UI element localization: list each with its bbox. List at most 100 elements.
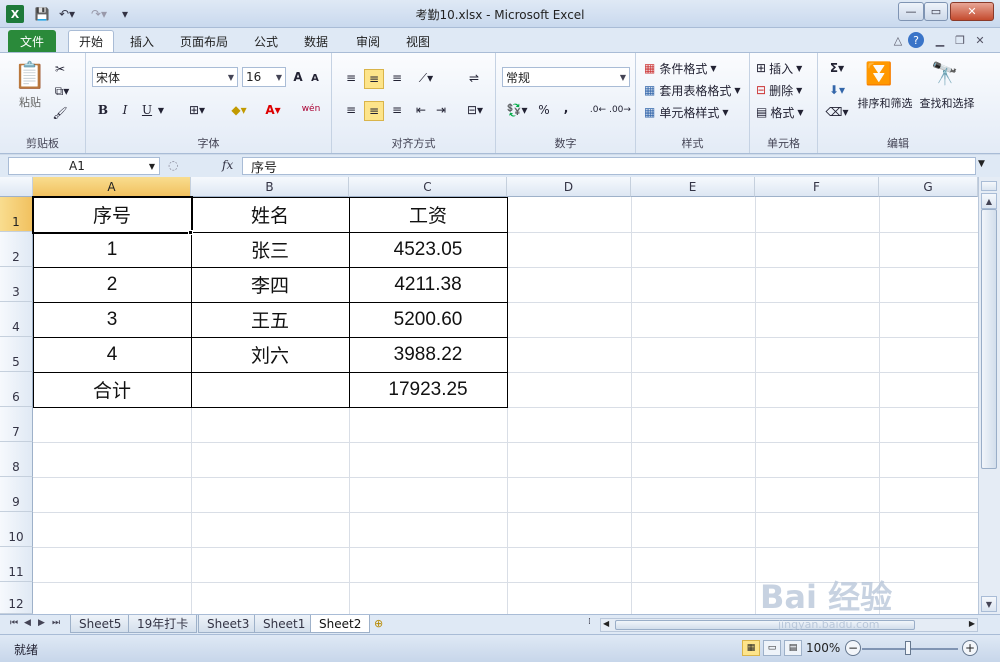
fill-handle[interactable] xyxy=(188,230,193,235)
cell-a1[interactable]: 序号 xyxy=(33,197,192,233)
zoom-slider-thumb[interactable] xyxy=(905,641,911,655)
sheet-tab-sheet5[interactable]: Sheet5 xyxy=(70,615,131,633)
doc-close-icon[interactable]: ✕ xyxy=(972,32,988,48)
wrap-text-icon[interactable]: ⇌ xyxy=(464,69,484,87)
prev-sheet-icon[interactable]: ◀ xyxy=(24,618,31,628)
row-header-10[interactable]: 10 xyxy=(0,512,33,547)
increase-decimal-icon[interactable]: .0← xyxy=(588,101,608,119)
format-as-table-button[interactable]: ▦ 套用表格格式 ▼ xyxy=(644,81,748,99)
number-format-combo[interactable]: 常规 ▼ xyxy=(502,67,630,87)
cell-b3[interactable]: 李四 xyxy=(191,267,350,303)
cut-icon[interactable]: ✂ xyxy=(50,61,70,77)
sort-filter-icon[interactable]: ⏬ xyxy=(864,59,894,89)
page-break-view-icon[interactable]: ▤ xyxy=(784,640,802,656)
tab-home[interactable]: 开始 xyxy=(68,30,115,52)
row-header-5[interactable]: 5 xyxy=(0,337,33,372)
row-header-6[interactable]: 6 xyxy=(0,372,33,407)
tab-review[interactable]: 审阅 xyxy=(346,30,390,52)
paste-icon[interactable]: 📋 xyxy=(12,59,48,93)
phonetic-guide-icon[interactable]: wén xyxy=(296,99,326,119)
close-button[interactable]: ✕ xyxy=(950,2,994,21)
merge-center-icon[interactable]: ⊟▾ xyxy=(462,101,488,119)
cell-a6[interactable]: 合计 xyxy=(33,372,192,408)
align-right-icon[interactable]: ≡ xyxy=(388,101,406,119)
normal-view-icon[interactable]: ▦ xyxy=(742,640,760,656)
font-size-combo[interactable]: 16 ▼ xyxy=(242,67,286,87)
insert-function-button[interactable]: fx xyxy=(222,158,233,172)
scroll-down-button[interactable]: ▼ xyxy=(981,596,997,612)
autosum-button[interactable]: Σ ▼ xyxy=(824,59,850,77)
find-select-icon[interactable]: 🔭 xyxy=(930,59,960,89)
minimize-ribbon-icon[interactable]: △ xyxy=(890,32,906,48)
column-header-c[interactable]: C xyxy=(349,177,507,197)
insert-cells-button[interactable]: ⊞ 插入 ▼ xyxy=(756,59,816,77)
worksheet-grid[interactable]: A B C D E F G 1 2 3 4 5 6 7 8 9 10 11 12… xyxy=(0,177,978,614)
tab-insert[interactable]: 插入 xyxy=(120,30,164,52)
tab-file[interactable]: 文件 xyxy=(8,30,57,52)
sheet-tab-sheet1[interactable]: Sheet1 xyxy=(254,615,315,633)
paste-label[interactable]: 粘贴 xyxy=(10,95,50,109)
zoom-in-icon[interactable]: + xyxy=(962,640,978,656)
column-header-g[interactable]: G xyxy=(879,177,978,197)
last-sheet-icon[interactable]: ⏭ xyxy=(52,618,60,628)
copy-icon[interactable]: ⧉▾ xyxy=(50,83,74,99)
row-header-8[interactable]: 8 xyxy=(0,442,33,477)
comma-button[interactable]: , xyxy=(558,99,574,117)
format-painter-icon[interactable]: 🖌 xyxy=(50,105,70,121)
accounting-format-icon[interactable]: 💱▾ xyxy=(504,101,530,119)
zoom-out-icon[interactable]: − xyxy=(845,640,861,656)
tab-view[interactable]: 视图 xyxy=(396,30,440,52)
first-sheet-icon[interactable]: ⏮ xyxy=(10,618,18,628)
row-header-9[interactable]: 9 xyxy=(0,477,33,512)
tab-page-layout[interactable]: 页面布局 xyxy=(170,30,238,52)
cell-b6[interactable] xyxy=(191,372,350,408)
cell-b2[interactable]: 张三 xyxy=(191,232,350,268)
formula-input[interactable]: 序号 xyxy=(242,157,976,176)
find-select-button[interactable]: 查找和选择 xyxy=(916,95,978,111)
row-header-1[interactable]: 1 xyxy=(0,197,33,232)
cell-a4[interactable]: 3 xyxy=(33,302,192,338)
tab-data[interactable]: 数据 xyxy=(294,30,338,52)
sheet-tab-sheet2[interactable]: Sheet2 xyxy=(310,615,371,633)
cell-a5[interactable]: 4 xyxy=(33,337,192,373)
fill-icon[interactable]: ⬇▾ xyxy=(824,81,850,99)
row-header-2[interactable]: 2 xyxy=(0,232,33,267)
row-header-7[interactable]: 7 xyxy=(0,407,33,442)
conditional-formatting-button[interactable]: ▦ 条件格式 ▼ xyxy=(644,59,748,77)
column-header-d[interactable]: D xyxy=(507,177,631,197)
increase-indent-icon[interactable]: ⇥ xyxy=(432,101,450,119)
cell-a2[interactable]: 1 xyxy=(33,232,192,268)
cell-c5[interactable]: 3988.22 xyxy=(349,337,508,373)
chevron-down-icon[interactable]: ▼ xyxy=(156,103,166,117)
row-header-12[interactable]: 12 xyxy=(0,582,33,614)
align-left-icon[interactable]: ≡ xyxy=(342,101,360,119)
scroll-right-button[interactable]: ▶ xyxy=(969,619,975,628)
cell-c6[interactable]: 17923.25 xyxy=(349,372,508,408)
split-box-icon[interactable] xyxy=(981,181,997,191)
decrease-indent-icon[interactable]: ⇤ xyxy=(412,101,430,119)
column-header-b[interactable]: B xyxy=(191,177,349,197)
align-center-icon[interactable]: ≡ xyxy=(364,101,384,121)
zoom-level[interactable]: 100% xyxy=(806,641,840,655)
cell-c1[interactable]: 工资 xyxy=(349,197,508,233)
underline-button[interactable]: U xyxy=(138,101,156,119)
cell-c3[interactable]: 4211.38 xyxy=(349,267,508,303)
cell-c2[interactable]: 4523.05 xyxy=(349,232,508,268)
minimize-button[interactable]: — xyxy=(898,2,924,21)
select-all-corner[interactable] xyxy=(0,177,33,197)
cell-styles-button[interactable]: ▦ 单元格样式 ▼ xyxy=(644,103,748,121)
doc-minimize-icon[interactable]: ▁ xyxy=(932,32,948,48)
shrink-font-button[interactable]: A xyxy=(308,71,322,85)
grow-font-button[interactable]: A xyxy=(290,69,306,85)
formula-bar-splitter-icon[interactable]: ◌ xyxy=(168,158,178,172)
next-sheet-icon[interactable]: ▶ xyxy=(38,618,45,628)
insert-sheet-icon[interactable]: ⊕ xyxy=(374,617,383,630)
align-bottom-icon[interactable]: ≡ xyxy=(388,69,406,87)
sheet-tab-19nian-daka[interactable]: 19年打卡 xyxy=(128,615,198,633)
doc-restore-icon[interactable]: ❐ xyxy=(952,32,968,48)
bold-button[interactable]: B xyxy=(94,101,112,119)
expand-formula-bar-icon[interactable]: ▼ xyxy=(978,159,985,169)
sort-filter-button[interactable]: 排序和筛选 xyxy=(854,95,916,111)
vertical-scrollbar[interactable]: ▲ ▼ xyxy=(978,177,1000,614)
delete-cells-button[interactable]: ⊟ 删除 ▼ xyxy=(756,81,816,99)
